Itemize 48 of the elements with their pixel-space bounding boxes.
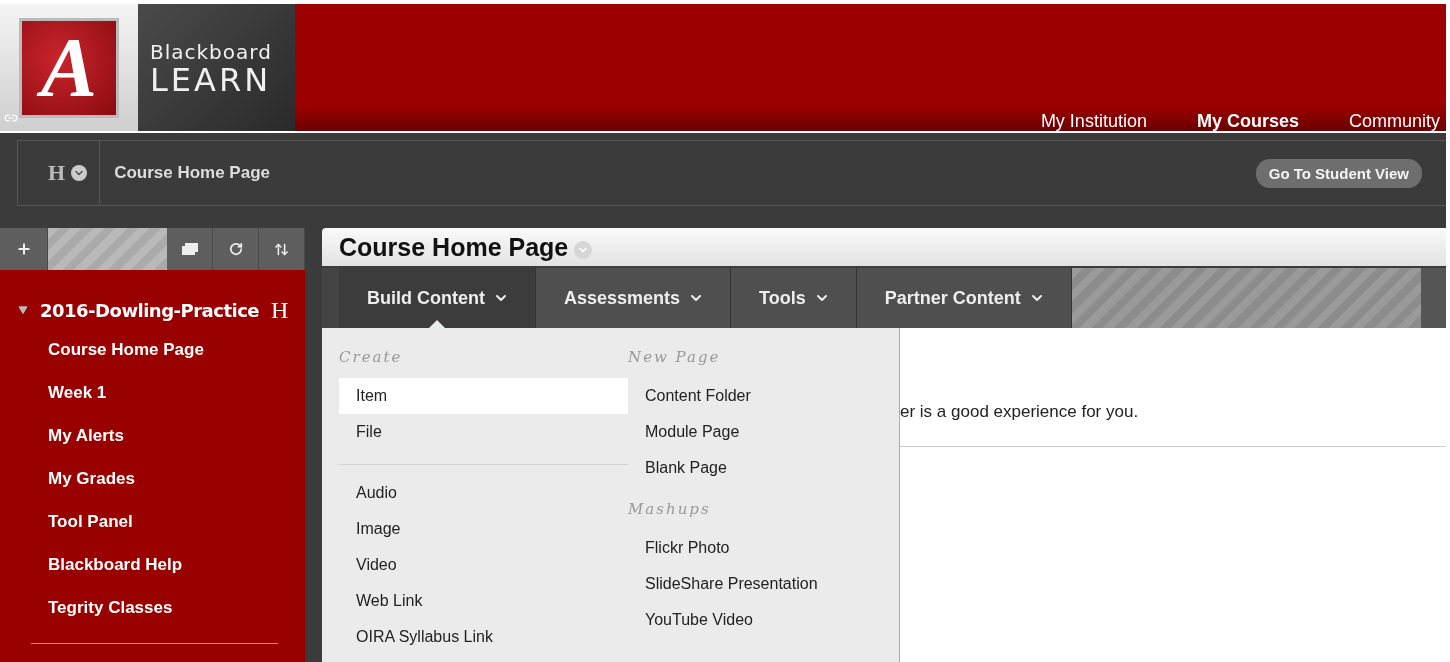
menu-item[interactable]: OIRA Syllabus Link (339, 619, 628, 655)
brand-name: Blackboard (150, 39, 273, 64)
menu-item[interactable]: Web Link (339, 583, 628, 619)
course-menu-item[interactable]: Blackboard Help (0, 543, 305, 586)
menu-item[interactable]: SlideShare Presentation (628, 566, 899, 602)
refresh-icon (228, 242, 243, 256)
product-name: LEARN (150, 63, 273, 96)
menu-heading: New Page (628, 348, 722, 368)
menu-heading: Create (339, 348, 404, 368)
student-view-button[interactable]: Go To Student View (1255, 158, 1422, 188)
menu-item[interactable]: Audio (339, 475, 628, 511)
menu-heading: Mashups (628, 500, 712, 520)
course-menu-item[interactable]: Tool Panel (0, 500, 305, 543)
chevron-icon[interactable] (71, 165, 88, 181)
menu-tab[interactable]: Partner Content (856, 268, 1072, 328)
breadcrumb-current: Course Home Page (113, 163, 271, 183)
menu-tab[interactable]: Tools (731, 268, 857, 328)
course-menu-item[interactable]: My Grades (0, 457, 305, 500)
course-initial: H (47, 160, 66, 186)
link-icon (4, 111, 18, 125)
course-menu-item[interactable]: Course Home Page (0, 328, 305, 371)
menu-item[interactable]: Video (339, 547, 628, 583)
triangle-icon[interactable] (18, 305, 28, 315)
course-menu-item[interactable]: My Alerts (0, 414, 305, 457)
window-icon (181, 243, 198, 255)
plus-icon (15, 241, 32, 257)
logo-emblem: A (19, 17, 119, 118)
menu-item[interactable]: File (339, 414, 628, 450)
course-menu-item[interactable]: Week 1 (0, 371, 305, 414)
menu-item[interactable]: Flickr Photo (628, 530, 899, 566)
welcome-message: er is a good experience for you. (900, 402, 1446, 447)
sort-icon (274, 241, 289, 257)
menu-tab[interactable]: Assessments (536, 268, 732, 328)
menu-item[interactable]: Content Folder (628, 378, 899, 414)
course-initial: H (271, 296, 289, 324)
menu-item[interactable]: Item (339, 378, 628, 414)
nav-tab[interactable]: Community (1348, 111, 1440, 131)
nav-tab[interactable]: My Courses (1196, 111, 1299, 131)
menu-bar-end (1421, 268, 1446, 328)
menu-item[interactable]: Blank Page (628, 450, 899, 486)
menu-item[interactable]: Module Page (628, 414, 899, 450)
page-title: Course Home Page (339, 232, 569, 262)
menu-item[interactable]: YouTube Video (628, 602, 899, 638)
nav-tab[interactable]: My Institution (1040, 111, 1147, 131)
course-title[interactable]: 2016-Dowling-Practice (40, 299, 260, 321)
menu-item[interactable]: Image (339, 511, 628, 547)
menu-tab[interactable]: Build Content (339, 268, 536, 328)
course-menu-item[interactable]: Tegrity Classes (0, 586, 305, 629)
